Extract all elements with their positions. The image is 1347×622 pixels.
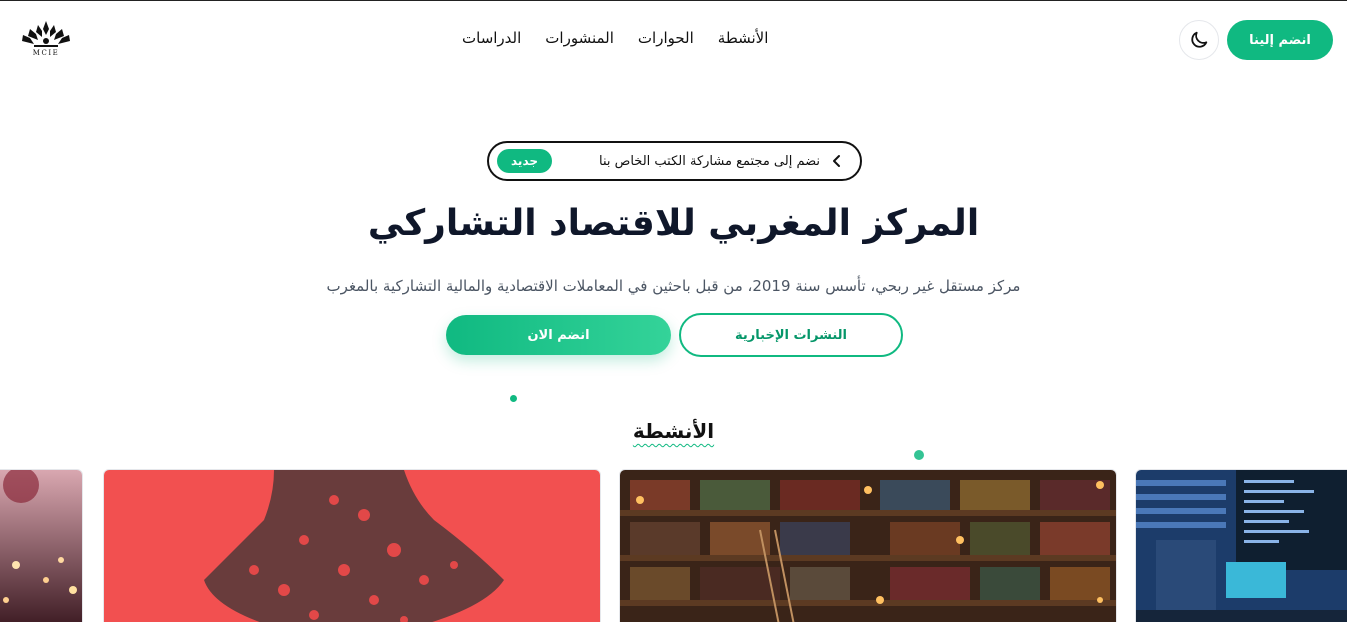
activity-image <box>1136 470 1347 622</box>
join-us-button[interactable]: انضم إلينا <box>1227 20 1333 60</box>
main-nav: الدراسات المنشورات الحوارات الأنشطة <box>462 29 768 47</box>
new-badge: جديد <box>497 149 553 173</box>
hero-title: المركز المغربي للاقتصاد التشاركي <box>367 203 980 244</box>
announcement-text: نضم إلى مجتمع مشاركة الكتب الخاص بنا <box>599 153 820 169</box>
site-logo[interactable]: MCIE <box>20 19 72 61</box>
newsletters-button[interactable]: النشرات الإخبارية <box>679 313 903 357</box>
activity-card[interactable] <box>1135 469 1347 622</box>
navbar: MCIE الدراسات المنشورات الحوارات الأنشطة… <box>0 1 1347 81</box>
decorative-dot <box>510 395 517 402</box>
hero-subtitle: مركز مستقل غير ربحي، تأسس سنة 2019، من ق… <box>326 277 1021 295</box>
activity-card[interactable] <box>103 469 601 622</box>
activity-card[interactable] <box>0 469 83 622</box>
chevron-left-icon <box>830 154 844 168</box>
decorative-dot <box>914 450 924 460</box>
theme-toggle-button[interactable] <box>1179 20 1219 60</box>
nav-link-dialogues[interactable]: الحوارات <box>638 29 694 47</box>
nav-link-publications[interactable]: المنشورات <box>545 29 614 47</box>
activity-image <box>620 470 1116 622</box>
activities-section-title: الأنشطة <box>632 419 715 443</box>
moon-icon <box>1191 31 1208 48</box>
activity-card[interactable] <box>619 469 1117 622</box>
activity-image <box>0 470 82 622</box>
activity-image <box>104 470 600 622</box>
nav-link-activities[interactable]: الأنشطة <box>718 29 769 47</box>
join-now-button[interactable]: انضم الان <box>446 315 671 355</box>
lotus-logo-icon <box>22 21 70 47</box>
nav-link-studies[interactable]: الدراسات <box>462 29 521 47</box>
announcement-pill[interactable]: نضم إلى مجتمع مشاركة الكتب الخاص بنا جدي… <box>487 141 862 181</box>
logo-text: MCIE <box>32 49 60 57</box>
